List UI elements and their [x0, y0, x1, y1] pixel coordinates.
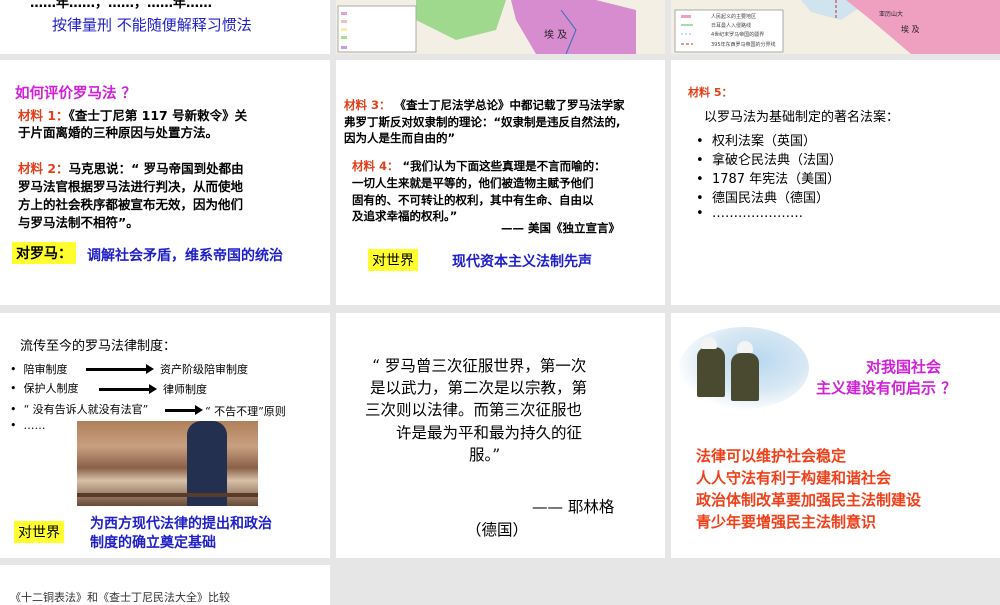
arrow-icon	[165, 409, 197, 412]
material-label: 材料 5：	[688, 86, 733, 99]
text-line: 罗马法官根据罗马法进行判决，从而使地	[18, 179, 244, 194]
slide-thumbnail-2[interactable]: 埃 及	[336, 0, 665, 54]
map-legend-item: 395年东西罗马帝国的分界线	[711, 42, 776, 48]
highlight-tag: 对罗马：	[12, 242, 76, 264]
text-line: 《查士丁尼法学总论》中都记载了罗马法学家	[394, 98, 625, 112]
material-2: 材料 2：马克思说：“ 罗马帝国到处都由	[18, 160, 244, 177]
map-legend-item: 人民起义的主要地区	[711, 14, 757, 20]
list-item: • 权利法案（英国）	[696, 134, 816, 149]
text-line: 于片面离婚的三种原因与处置方法。	[18, 125, 219, 140]
slide-thumbnail-5[interactable]: 材料 3： 《查士丁尼法学总论》中都记载了罗马法学家 弗罗丁斯反对奴隶制的理论：…	[336, 60, 665, 305]
slide-partial-text: ……年……，……，……年……	[30, 0, 213, 11]
point-item: 法律可以维护社会稳定	[696, 447, 847, 465]
slide-thumbnail-8[interactable]: “ 罗马曾三次征服世界，第一次 是以武力，第二次是以宗教，第 三次则以法律。而第…	[336, 313, 665, 558]
slide-thumbnail-10[interactable]: 《十二铜表法》和《查士丁尼民法大全》比较	[0, 565, 330, 605]
conclusion-text: 制度的确立奠定基础	[90, 535, 216, 551]
slide-summary: 按律量刑 不能随便解释习惯法	[52, 16, 252, 34]
list-item-text: 权利法案（英国）	[711, 134, 816, 149]
text-line: 《查士丁尼第 117 号新敕令》关	[68, 108, 248, 123]
list-item: • …………………	[696, 206, 803, 221]
quote-line: 是以武力，第二次是以宗教，第	[370, 379, 588, 397]
point-item: 人人守法有利于构建和谐社会	[696, 469, 892, 487]
quote-author-country: （德国）	[466, 521, 529, 539]
text-line: 弗罗丁斯反对奴隶制的理论：“奴隶制是违反自然法的,	[344, 115, 621, 129]
list-item-text: …………………	[711, 206, 803, 221]
text-line: 方上的社会秩序都被宣布无效，因为他们	[18, 197, 244, 212]
list-intro: 以罗马法为基础制定的著名法案：	[704, 110, 900, 125]
highlight-tag: 对世界	[368, 249, 418, 271]
arrow-head	[146, 364, 154, 374]
quote-line: 许是最为平和最为持久的征	[396, 424, 583, 442]
slide-thumbnail-6[interactable]: 材料 5： 以罗马法为基础制定的著名法案： • 权利法案（英国） • 拿破仑民法…	[671, 60, 1000, 305]
map-label-city: 亚历山大	[879, 11, 904, 18]
soldiers-photo	[679, 327, 809, 409]
point-item: 青少年要增强民主法制意识	[696, 513, 877, 531]
list-item-result: “ 不告不理”原则	[205, 405, 286, 418]
list-item-text: “ 没有告诉人就没有法官”	[23, 403, 149, 416]
quote-line: 三次则以法律。而第三次征服也	[365, 401, 583, 419]
text-line: 马克思说：“ 罗马帝国到处都由	[68, 161, 244, 176]
slide-title: 《十二铜表法》和《查士丁尼民法大全》比较	[10, 591, 230, 604]
point-item: 政治体制改革要加强民主法制建设	[696, 491, 922, 509]
slide-thumbnail-1[interactable]: ……年……，……，……年…… 按律量刑 不能随便解释习惯法	[0, 0, 330, 54]
map-label-egypt: 埃 及	[544, 30, 568, 41]
question-line: 对我国社会	[866, 358, 942, 376]
material-3: 材料 3： 《查士丁尼法学总论》中都记载了罗马法学家	[344, 97, 625, 113]
courtroom-photo	[77, 421, 258, 506]
quote-line: 服。”	[469, 446, 501, 464]
text-line: 因为人是生而自由的”	[344, 131, 456, 145]
slide-title: 流传至今的罗马法律制度：	[20, 339, 177, 354]
conclusion-text: 为西方现代法律的提出和政治	[90, 516, 272, 532]
text-line: “我们认为下面这些真理是不言而喻的：	[402, 159, 606, 173]
arrow-icon	[86, 368, 148, 371]
slide-thumbnail-7[interactable]: 流传至今的罗马法律制度： • 陪审制度 资产阶级陪审制度 • 保护人制度 律师制…	[0, 313, 330, 558]
arrow-icon	[99, 388, 151, 391]
conclusion-text: 现代资本主义法制先声	[452, 254, 592, 270]
arrow-head	[195, 405, 203, 415]
list-item-text: 德国民法典（德国）	[711, 191, 829, 206]
material-label: 材料 1：	[18, 108, 69, 123]
highlight-tag: 对世界	[14, 521, 64, 543]
text-line: 一切人生来就是平等的，他们被造物主赋予他们	[352, 176, 594, 190]
list-item-text: 保护人制度	[23, 382, 79, 395]
arrow-head	[149, 384, 157, 394]
list-item: • 1787 年宪法（美国）	[696, 172, 841, 187]
slide-title: 如何评价罗马法 ？	[15, 86, 137, 102]
map-legend-item: 4世纪末罗马帝国的疆界	[711, 32, 765, 38]
list-item: • “ 没有告诉人就没有法官”	[10, 403, 149, 416]
slide-thumbnail-4[interactable]: 如何评价罗马法 ？ 材料 1：《查士丁尼第 117 号新敕令》关 于片面离婚的三…	[0, 60, 330, 305]
map-label-egypt: 埃 及	[901, 25, 920, 34]
quote-source: —— 美国《独立宣言》	[501, 221, 621, 235]
list-item-result: 律师制度	[163, 383, 207, 396]
material-1: 材料 1：《查士丁尼第 117 号新敕令》关	[18, 107, 247, 124]
text-line: 与罗马法制不相符”。	[18, 215, 139, 230]
material-label: 材料 3：	[344, 98, 391, 112]
list-item-result: 资产阶级陪审制度	[160, 363, 248, 376]
material-label: 材料 2：	[18, 161, 69, 176]
material-label: 材料 4：	[352, 159, 399, 173]
list-item-text: ……	[23, 419, 46, 432]
question-line: 主义建设有何启示 ？	[816, 379, 957, 397]
conclusion-text: 调解社会矛盾，维系帝国的统治	[87, 248, 283, 264]
quote-author: —— 耶林格	[532, 498, 615, 516]
list-item-text: 1787 年宪法（美国）	[711, 172, 841, 187]
list-item-text: 陪审制度	[23, 363, 68, 376]
text-line: 及追求幸福的权利。”	[352, 209, 458, 223]
quote-line: “ 罗马曾三次征服世界，第一次	[372, 357, 587, 375]
list-item: • 拿破仑民法典（法国）	[696, 153, 842, 168]
list-item: • ……	[10, 419, 46, 432]
text-line: 固有的、不可转让的权利，其中有生命、自由以	[352, 193, 594, 207]
slide-thumbnail-3[interactable]: 人民起义的主要地区 日耳曼人入侵路线 4世纪末罗马帝国的疆界 395年东西罗马帝…	[671, 0, 1000, 54]
slide-thumbnail-9[interactable]: 对我国社会 主义建设有何启示 ？ 法律可以维护社会稳定 人人守法有利于构建和谐社…	[671, 313, 1000, 558]
list-item: • 陪审制度	[10, 363, 68, 376]
list-item: • 保护人制度	[10, 382, 79, 395]
list-item: • 德国民法典（德国）	[696, 191, 829, 206]
map-legend-item: 日耳曼人入侵路线	[711, 23, 752, 29]
list-item-text: 拿破仑民法典（法国）	[711, 153, 842, 168]
map-image	[336, 0, 665, 54]
material-4: 材料 4： “我们认为下面这些真理是不言而喻的：	[352, 158, 606, 174]
